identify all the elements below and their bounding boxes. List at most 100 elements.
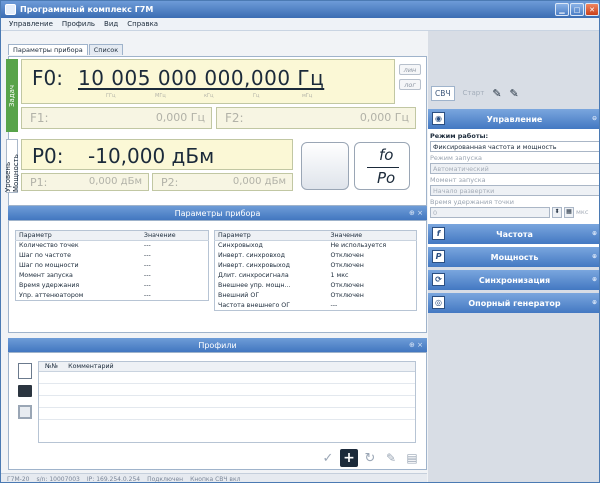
- table-row: Шаг по частоте ---: [16, 251, 209, 261]
- hold-stepper[interactable]: ⬍: [552, 207, 562, 218]
- log-button[interactable]: лог: [399, 79, 421, 90]
- f2-display[interactable]: F2: 0,000 Гц: [216, 107, 416, 129]
- status-ip: IP: 169.254.0.254: [86, 475, 141, 483]
- p0-display[interactable]: P0: -10,000 дБм: [21, 139, 293, 170]
- marker2-icon[interactable]: ✎: [510, 87, 519, 100]
- pin-close-icon[interactable]: ⊕ ×: [409, 341, 423, 349]
- f2-value: 0,000 Гц: [359, 111, 409, 124]
- expand-icon: ⊕: [591, 276, 597, 283]
- marker-icon[interactable]: ✎: [492, 87, 501, 100]
- hold-input[interactable]: 0: [430, 207, 550, 218]
- p2-display[interactable]: P2: 0,000 дБм: [152, 173, 293, 191]
- section-frequency[interactable]: f Частота ⊕: [428, 224, 599, 244]
- lin-button[interactable]: лин: [399, 64, 421, 75]
- param-value: ---: [143, 252, 151, 259]
- save-disk-icon[interactable]: [18, 405, 32, 419]
- param-name: Синхровыход: [218, 242, 263, 250]
- f0-label: F0:: [32, 66, 63, 90]
- col-value: Значение: [140, 230, 209, 241]
- section-power[interactable]: P Мощность ⊕: [428, 247, 599, 267]
- param-value: ---: [143, 242, 151, 250]
- f2-label: F2:: [225, 111, 244, 125]
- tab-list[interactable]: Список: [88, 44, 124, 55]
- p1-display[interactable]: P1: 0,000 дБм: [21, 173, 149, 191]
- table-row[interactable]: [39, 384, 415, 396]
- table-row[interactable]: [39, 408, 415, 420]
- col-value: Значение: [327, 230, 417, 241]
- param-name: Длит. синхросигнала: [218, 272, 289, 279]
- unit-ghz: ГГц: [106, 93, 116, 99]
- power-side-label: Уровень Мощность: [4, 139, 20, 193]
- maximize-button[interactable]: □: [570, 3, 584, 16]
- freq-side-label: Задач: [6, 59, 18, 132]
- start-mode-label: Режим запуска: [430, 154, 482, 162]
- new-file-icon[interactable]: [18, 363, 32, 379]
- p0-value: -10,000 дБм: [88, 144, 215, 168]
- unit-hz: Гц: [253, 93, 260, 99]
- menu-item-view[interactable]: Вид: [104, 20, 118, 28]
- f1-label: F1:: [30, 111, 49, 125]
- expand-icon: ⊕: [591, 253, 597, 260]
- p2-label: P2:: [161, 176, 179, 189]
- delete-icon[interactable]: ▤: [403, 449, 421, 467]
- col-param: Параметр: [214, 230, 328, 241]
- f0-display[interactable]: F0: 10 005 000 000,000 Гц ГГц МГц кГц Гц…: [21, 59, 395, 104]
- col-number: №№: [45, 363, 59, 370]
- start-moment-select[interactable]: Начало развертки: [430, 185, 599, 196]
- table-row: Частота внешнего ОГ ---: [215, 301, 417, 311]
- f1-display[interactable]: F1: 0,000 Гц: [21, 107, 212, 129]
- tab-device-params[interactable]: Параметры прибора: [8, 44, 88, 55]
- check-icon[interactable]: ✓: [319, 449, 337, 467]
- start-mode-select[interactable]: Автоматический: [430, 163, 599, 174]
- param-value: Отключен: [330, 292, 364, 299]
- status-model: Г7М-20: [7, 475, 30, 483]
- param-name: Шаг по частоте: [19, 252, 71, 259]
- keypad-icon[interactable]: ▦: [564, 207, 574, 218]
- open-folder-icon[interactable]: [18, 385, 32, 397]
- close-button[interactable]: ✕: [585, 3, 599, 16]
- pin-close-icon[interactable]: ⊕ ×: [409, 209, 423, 217]
- table-row: Инверт. синхровыход Отключен: [215, 261, 417, 271]
- params-title: Параметры прибора: [174, 208, 261, 218]
- section-power-title: Мощность: [490, 252, 539, 262]
- menu-item-help[interactable]: Справка: [127, 20, 158, 28]
- section-control-title: Управление: [486, 114, 543, 124]
- param-name: Упр. аттенюатором: [19, 291, 84, 299]
- table-row[interactable]: [39, 372, 415, 384]
- app-icon: [5, 4, 16, 15]
- unit-mhz-milli: мГц: [302, 93, 313, 99]
- add-icon[interactable]: +: [340, 449, 358, 467]
- param-name: Инверт. синхровыход: [218, 262, 290, 269]
- table-row: Синхровыход Не используется: [215, 241, 417, 251]
- minimize-button[interactable]: ▁: [555, 3, 569, 16]
- hold-unit: мкс: [576, 208, 589, 216]
- menu-item-profile[interactable]: Профиль: [62, 20, 95, 28]
- tab-start[interactable]: Старт: [463, 89, 485, 97]
- param-name: Количество точек: [19, 242, 79, 250]
- tab-svch[interactable]: СВЧ: [431, 85, 455, 101]
- table-row: Внешний ОГ Отключен: [215, 291, 417, 301]
- menu-item-control[interactable]: Управление: [9, 20, 53, 28]
- status-rf: Кнопка СВЧ вкл: [190, 475, 241, 483]
- params-table-right: Параметр Значение Синхровыход Не использу…: [214, 230, 417, 311]
- unit-khz: кГц: [204, 93, 214, 99]
- refresh-icon[interactable]: ↻: [361, 449, 379, 467]
- param-value: Отключен: [330, 262, 364, 269]
- mode-label: Режим работы:: [430, 132, 489, 140]
- po-label: Po: [377, 169, 396, 187]
- params-header: Параметры прибора ⊕ ×: [8, 206, 427, 220]
- rf-toggle-button[interactable]: [301, 142, 349, 190]
- section-control[interactable]: ◉ Управление ⊖: [428, 109, 599, 129]
- table-row: Момент запуска ---: [16, 271, 209, 281]
- param-value: ---: [143, 282, 151, 289]
- hold-label: Время удержания точки: [430, 198, 514, 206]
- fo-po-divider: [367, 167, 399, 168]
- section-ref-gen[interactable]: ◎ Опорный генератор ⊕: [428, 293, 599, 313]
- fo-po-button[interactable]: fo Po: [354, 142, 410, 190]
- col-param: Параметр: [15, 230, 141, 241]
- table-row: Время удержания ---: [16, 281, 209, 291]
- section-sync[interactable]: ⟳ Синхронизация ⊕: [428, 270, 599, 290]
- mode-select[interactable]: Фиксированная частота и мощность: [430, 141, 599, 152]
- edit-icon[interactable]: ✎: [382, 449, 400, 467]
- table-row[interactable]: [39, 396, 415, 408]
